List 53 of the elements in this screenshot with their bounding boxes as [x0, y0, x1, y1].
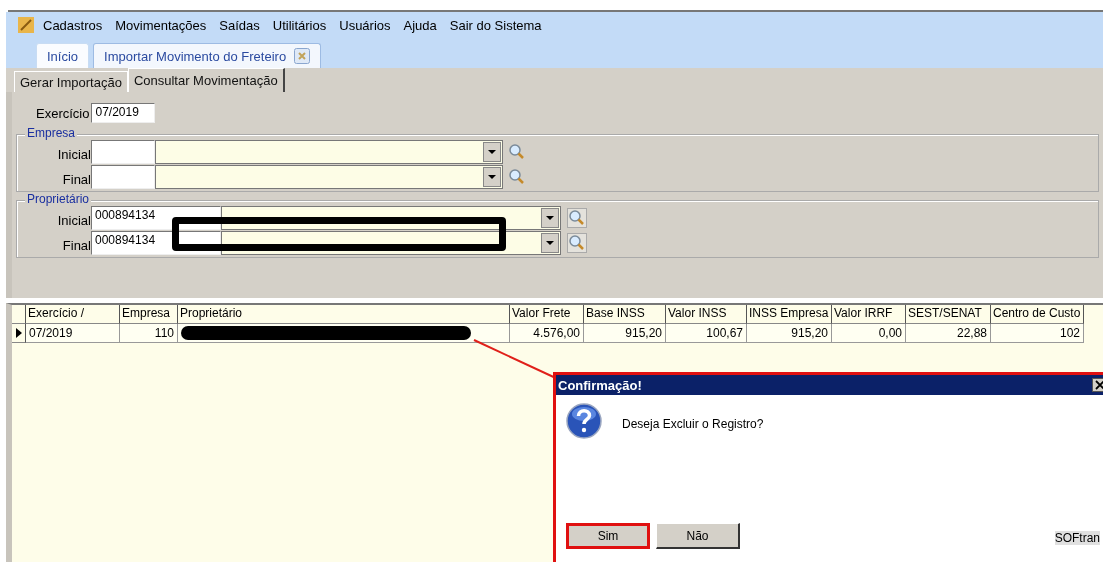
menu-item[interactable]: Sair do Sistema: [449, 17, 542, 33]
column-header[interactable]: Empresa: [120, 305, 178, 324]
row-indicator[interactable]: [12, 324, 26, 343]
table-cell: 110: [154, 326, 174, 340]
group-title: Empresa: [25, 126, 78, 140]
caret-icon: [546, 215, 554, 220]
column-header[interactable]: SEST/SENAT: [906, 305, 991, 324]
menu-item[interactable]: Cadastros: [43, 17, 103, 33]
table-cell: 0,00: [878, 326, 902, 340]
search-icon[interactable]: [567, 232, 587, 253]
menu-item[interactable]: Utilitários: [272, 17, 327, 33]
field-label: Final: [61, 172, 91, 187]
dialog-button[interactable]: Não: [656, 523, 740, 549]
menu-item[interactable]: Usuários: [339, 17, 391, 33]
field-label: Inicial: [56, 147, 91, 162]
column-header[interactable]: Centro de Custo: [991, 305, 1084, 324]
tab[interactable]: Início: [36, 43, 90, 68]
input-field[interactable]: [91, 139, 155, 164]
column-header[interactable]: Valor INSS: [666, 305, 747, 324]
menu-item[interactable]: Movimentações: [115, 17, 207, 33]
input-field[interactable]: 07/2019: [91, 103, 156, 123]
table-cell: 22,88: [956, 326, 987, 340]
menu-item[interactable]: Saídas: [219, 17, 260, 33]
table-cell: 100,67: [706, 326, 743, 340]
tab[interactable]: Importar Movimento do Freteiro: [93, 43, 322, 68]
table-cell: 07/2019: [29, 326, 73, 340]
table-cell: 915,20: [791, 326, 828, 340]
tab[interactable]: Consultar Movimentação: [127, 68, 285, 92]
brand-label: SOFtran: [1054, 531, 1100, 545]
table-cell: 102: [1059, 326, 1080, 340]
column-header[interactable]: Valor Frete: [510, 305, 584, 324]
field-label: Exercício: [36, 105, 90, 121]
column-header[interactable]: INSS Empresa: [747, 305, 832, 324]
field-label: Inicial: [56, 213, 91, 228]
search-icon[interactable]: [567, 207, 587, 228]
column-header[interactable]: Proprietário: [178, 305, 510, 324]
caret-icon: [488, 149, 496, 154]
dialog-button[interactable]: Sim: [566, 523, 650, 549]
table-cell: 915,20: [625, 326, 662, 340]
menu-item[interactable]: Ajuda: [403, 17, 437, 33]
app-logo-icon: [18, 17, 34, 33]
question-icon: [566, 403, 602, 439]
caret-icon: [546, 240, 554, 245]
column-header[interactable]: Exercício /: [26, 305, 120, 324]
column-header[interactable]: Base INSS: [584, 305, 666, 324]
column-header[interactable]: Valor IRRF: [832, 305, 906, 324]
group-title: Proprietário: [25, 192, 92, 206]
dialog-title: Confirmação!: [558, 377, 642, 393]
table-cell: 4.576,00: [533, 326, 580, 340]
dialog-message: Deseja Excluir o Registro?: [622, 417, 764, 431]
caret-icon: [488, 174, 496, 179]
input-field[interactable]: [91, 164, 155, 189]
field-label: Final: [61, 238, 91, 253]
